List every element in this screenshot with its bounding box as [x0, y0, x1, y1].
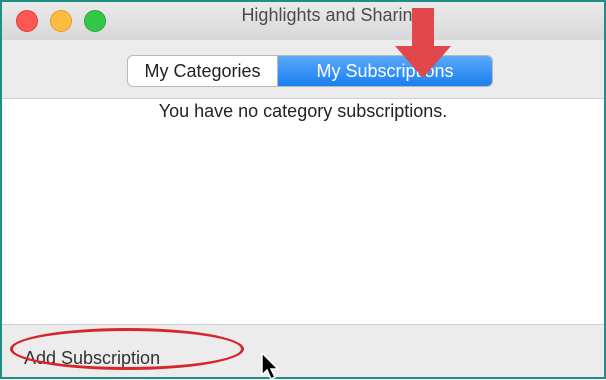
tab-my-subscriptions[interactable]: My Subscriptions: [278, 56, 492, 86]
highlight-ellipse-annotation: [10, 328, 244, 370]
title-bar: Highlights and Sharing: [2, 2, 604, 40]
empty-state-message: You have no category subscriptions.: [158, 101, 448, 121]
down-arrow-annotation-icon: [395, 8, 451, 78]
close-window-button[interactable]: [16, 10, 38, 32]
zoom-window-button[interactable]: [84, 10, 106, 32]
tab-my-categories[interactable]: My Categories: [128, 56, 278, 86]
mouse-pointer-icon: [261, 352, 280, 380]
subscriptions-list: You have no category subscriptions.: [2, 98, 604, 325]
app-window: Highlights and Sharing My Categories My …: [0, 0, 606, 379]
minimize-window-button[interactable]: [50, 10, 72, 32]
toolbar: My Categories My Subscriptions: [2, 40, 604, 98]
